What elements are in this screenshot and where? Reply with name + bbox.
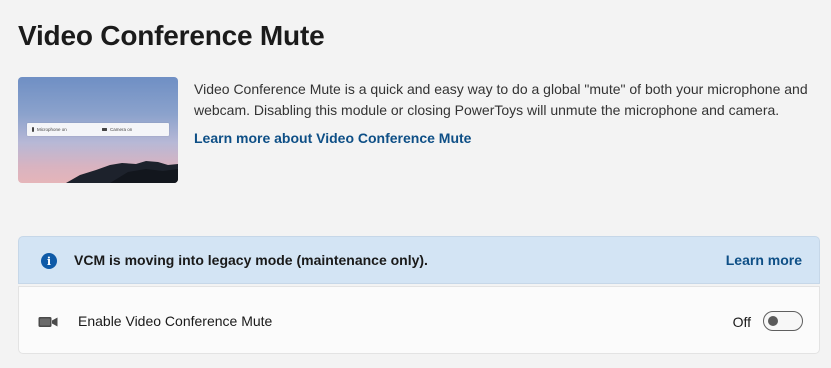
- page-title: Video Conference Mute: [18, 20, 325, 51]
- setting-label: Enable Video Conference Mute: [78, 313, 273, 329]
- hero-image: Microphone on Camera on: [18, 77, 178, 183]
- info-icon: i: [41, 253, 57, 269]
- hero-mic-label: Microphone on: [37, 127, 67, 132]
- module-description: Video Conference Mute is a quick and eas…: [194, 81, 808, 118]
- hero-camera-segment: Camera on: [102, 127, 132, 132]
- toggle-knob: [768, 316, 778, 326]
- hero-mic-segment: Microphone on: [32, 127, 67, 132]
- enable-setting-card: Enable Video Conference Mute Off: [18, 286, 820, 354]
- hero-camera-label: Camera on: [110, 127, 133, 132]
- video-camera-icon: [38, 317, 58, 327]
- enable-toggle[interactable]: [763, 311, 803, 331]
- info-learn-more-link[interactable]: Learn more: [726, 252, 802, 268]
- hero-toolbar-preview: Microphone on Camera on: [27, 123, 169, 136]
- legacy-info-bar: i VCM is moving into legacy mode (mainte…: [18, 236, 820, 284]
- toggle-state-label: Off: [732, 314, 751, 330]
- camera-icon: [102, 128, 107, 131]
- microphone-icon: [32, 127, 34, 132]
- learn-more-link[interactable]: Learn more about Video Conference Mute: [194, 130, 471, 146]
- info-message: VCM is moving into legacy mode (maintena…: [74, 252, 428, 268]
